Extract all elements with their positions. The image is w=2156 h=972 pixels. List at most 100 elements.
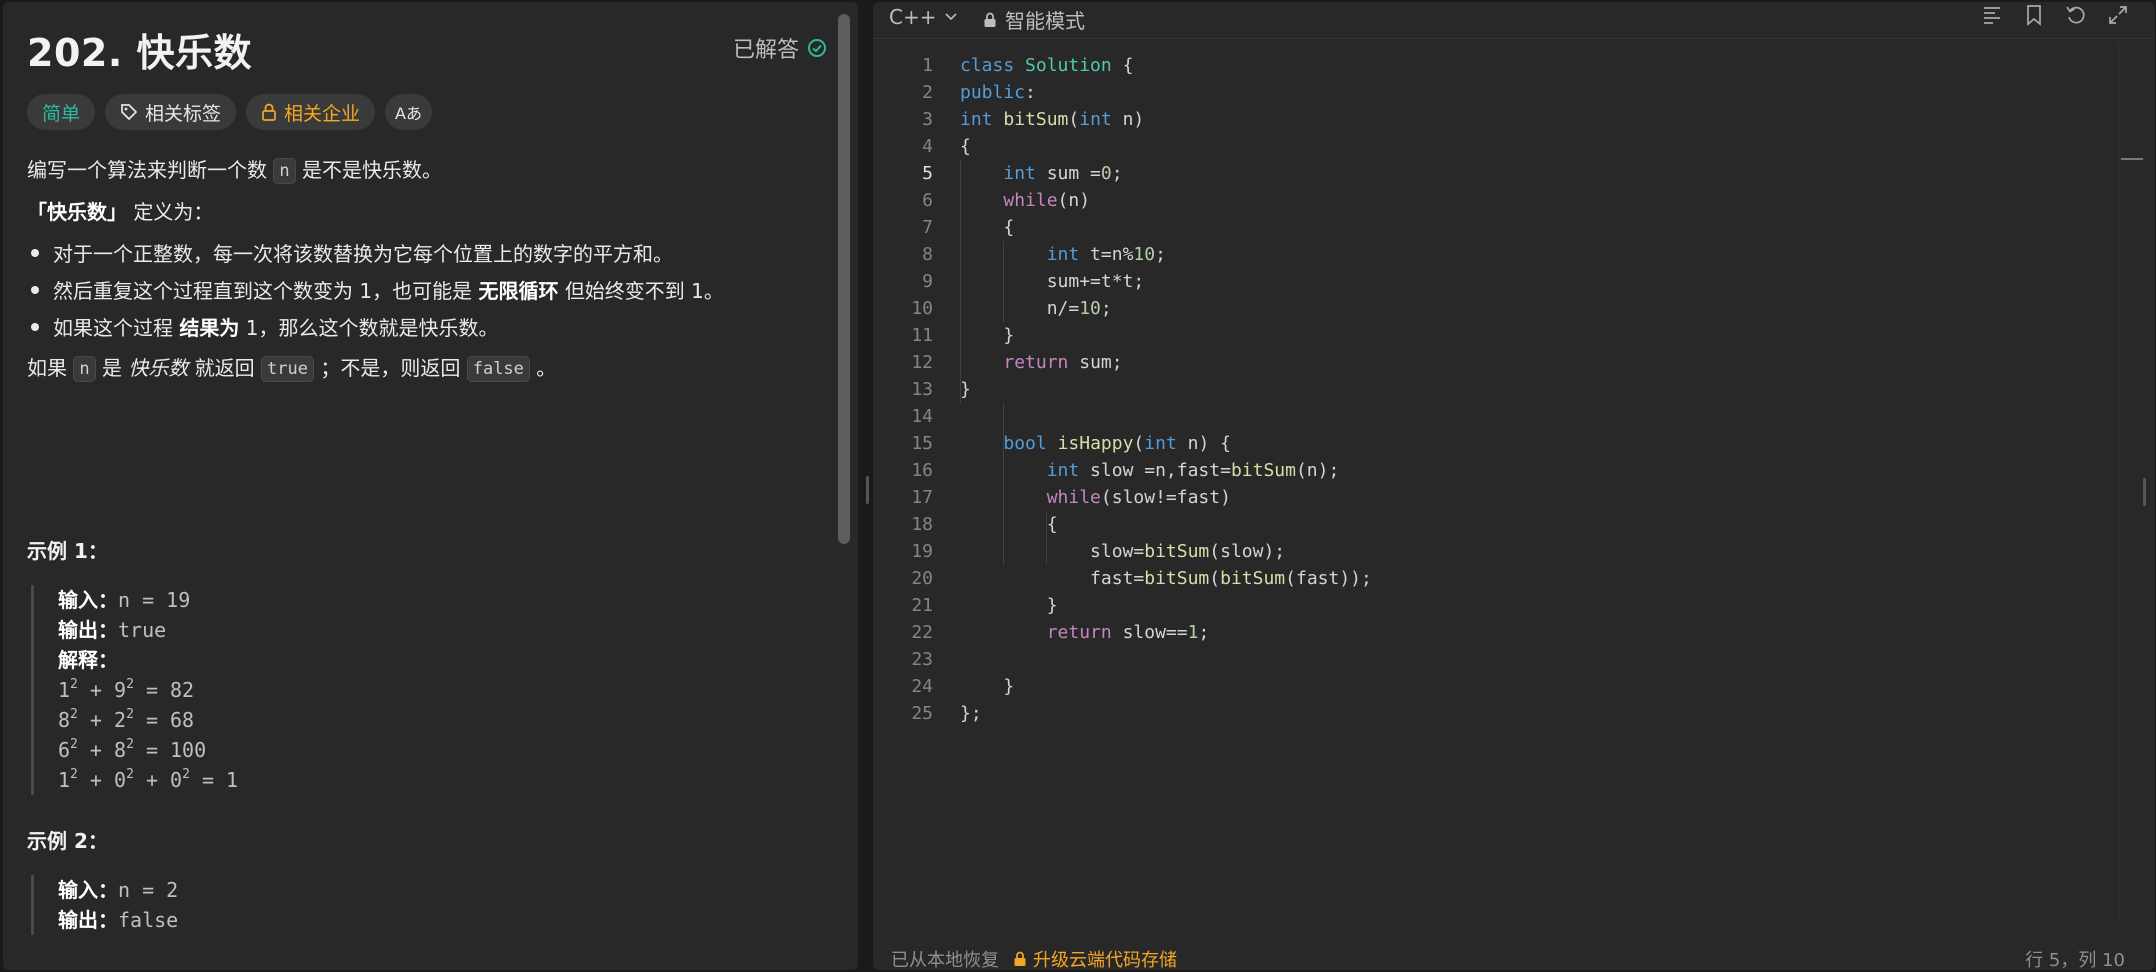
- cursor-overview-marker: [2121, 158, 2143, 160]
- code-line[interactable]: 1 class Solution {: [873, 52, 2113, 79]
- output-label: 输出：: [58, 618, 118, 642]
- code-line[interactable]: 8 int t=n%10;: [873, 241, 2113, 268]
- line-number: 13: [911, 379, 933, 400]
- problem-title: 202. 快乐数: [27, 31, 252, 75]
- line-number: 20: [911, 568, 933, 589]
- problem-header: 202. 快乐数 已解答: [27, 22, 827, 75]
- input-value: n = 19: [118, 588, 191, 612]
- tag-row: 简单 相关标签 相关企业 Aあ: [27, 94, 432, 130]
- rule-bullet-3: 如果这个过程 结果为 1，那么这个数就是快乐数。: [27, 312, 498, 341]
- inline-code-n: n: [273, 158, 296, 184]
- line-number: 9: [922, 271, 933, 292]
- example-1-block: 输入：n = 19 输出：true 解释： 12 + 92 = 82 82 + …: [31, 585, 238, 795]
- code-line[interactable]: 7 {: [873, 214, 2113, 241]
- undo-icon[interactable]: [2065, 4, 2087, 26]
- upgrade-label: 升级云端代码存储: [1033, 950, 1177, 970]
- toolbar-divider: [873, 38, 2155, 39]
- rule-bullet-2: 然后重复这个过程直到这个数变为 1，也可能是 无限循环 但始终变不到 1。: [27, 275, 724, 304]
- code-line[interactable]: 10 n/=10;: [873, 295, 2113, 322]
- example-1-input: 输入：n = 19: [58, 585, 238, 615]
- problem-scrollbar[interactable]: [838, 10, 850, 970]
- example-2-title: 示例 2：: [27, 829, 108, 853]
- font-size-button[interactable]: Aあ: [385, 94, 432, 130]
- editor-actions: [1981, 4, 2129, 26]
- inline-code-n: n: [73, 356, 96, 382]
- rule-text: 如果这个过程: [53, 316, 173, 340]
- desc-text: 是不是快乐数。: [301, 158, 442, 182]
- definition-term: 「快乐数」: [27, 200, 127, 224]
- code-line[interactable]: 14: [873, 403, 2113, 430]
- code-line[interactable]: 2 public:: [873, 79, 2113, 106]
- difficulty-tag[interactable]: 简单: [27, 94, 96, 130]
- rule-text: 对于一个正整数，每一次将该数替换为它每个位置上的数字的平方和。: [53, 242, 673, 266]
- editor-scrollbar-grip[interactable]: [2143, 478, 2146, 506]
- code-line[interactable]: 12 return sum;: [873, 349, 2113, 376]
- code-line[interactable]: 15 bool isHappy(int n) {: [873, 430, 2113, 457]
- code-line[interactable]: 11 }: [873, 322, 2113, 349]
- code-editor[interactable]: 1 class Solution { 2 public: 3 int bitSum(i…: [873, 52, 2118, 912]
- code-line[interactable]: 24 }: [873, 673, 2113, 700]
- rule-text: 但始终变不到 1。: [564, 279, 724, 303]
- language-select[interactable]: C++: [889, 5, 958, 29]
- rule-bullet-1: 对于一个正整数，每一次将该数替换为它每个位置上的数字的平方和。: [27, 238, 673, 267]
- code-line[interactable]: 21 }: [873, 592, 2113, 619]
- line-number: 2: [922, 82, 933, 103]
- example-2-input: 输入：n = 2: [58, 875, 178, 905]
- problem-panel: 202. 快乐数 已解答 简单 相关标签 相关企业 Aあ 编写一个算法来判断一个…: [3, 2, 858, 970]
- code-line[interactable]: 17 while(slow!=fast): [873, 484, 2113, 511]
- code-editor-panel: C++ 智能模式 1 class Solution {2 public: 3 …: [873, 2, 2155, 970]
- topics-tag-label: 相关标签: [145, 102, 222, 125]
- restore-status: 已从本地恢复: [891, 950, 999, 970]
- editor-mode[interactable]: 智能模式: [983, 5, 1085, 34]
- problem-scrollbar-thumb[interactable]: [838, 14, 850, 544]
- return-text: 如果: [27, 356, 67, 380]
- code-line[interactable]: 16 int slow =n,fast=bitSum(n);: [873, 457, 2113, 484]
- code-line[interactable]: 4{: [873, 133, 2113, 160]
- inline-code-true: true: [261, 356, 314, 382]
- code-line[interactable]: 6 while(n): [873, 187, 2113, 214]
- list-icon[interactable]: [1981, 4, 2003, 26]
- code-line[interactable]: 5 int sum =0;: [873, 160, 2113, 187]
- bullet-dot: [31, 248, 39, 257]
- mode-label: 智能模式: [1005, 9, 1085, 33]
- explain-step-3: 62 + 82 = 100: [58, 737, 207, 762]
- return-italic: 快乐数: [128, 356, 189, 380]
- output-value: false: [118, 908, 179, 932]
- line-number: 7: [922, 217, 933, 238]
- line-number: 12: [911, 352, 933, 373]
- solved-label: 已解答: [732, 38, 799, 63]
- code-line[interactable]: 22 return slow==1;: [873, 619, 2113, 646]
- upgrade-storage-link[interactable]: 升级云端代码存储: [1013, 946, 1177, 970]
- example-1-title: 示例 1：: [27, 539, 108, 563]
- rule-text: 1，那么这个数就是快乐数。: [245, 316, 499, 340]
- editor-statusbar: 已从本地恢复 升级云端代码存储 行 5，列 10: [873, 942, 2155, 970]
- code-line[interactable]: 9 sum+=t*t;: [873, 268, 2113, 295]
- resize-grip[interactable]: [866, 476, 869, 504]
- rule-bold: 结果为: [179, 316, 240, 340]
- panel-resize-handle[interactable]: [861, 0, 873, 972]
- topics-tag-button[interactable]: 相关标签: [105, 94, 237, 130]
- code-line[interactable]: 19 slow=bitSum(slow);: [873, 538, 2113, 565]
- companies-tag-button[interactable]: 相关企业: [246, 94, 376, 130]
- bookmark-icon[interactable]: [2023, 4, 2045, 26]
- line-number: 6: [922, 190, 933, 211]
- check-circle-icon: [808, 39, 826, 57]
- companies-tag-label: 相关企业: [284, 102, 361, 125]
- example-1-output: 输出：true: [58, 615, 238, 645]
- editor-toolbar: C++ 智能模式: [873, 2, 2155, 36]
- tag-icon: [121, 104, 138, 121]
- example-2-block: 输入：n = 2 输出：false: [31, 875, 178, 935]
- input-label: 输入：: [58, 878, 118, 902]
- line-number: 10: [911, 298, 933, 319]
- code-line[interactable]: 13}: [873, 376, 2113, 403]
- code-line[interactable]: 20 fast=bitSum(bitSum(fast));: [873, 565, 2113, 592]
- code-line[interactable]: 23: [873, 646, 2113, 673]
- line-number: 22: [911, 622, 933, 643]
- solved-status: 已解答: [733, 32, 827, 64]
- explain-step-4: 12 + 02 + 02 = 1: [58, 767, 239, 792]
- font-size-icon: Aあ: [395, 104, 422, 123]
- code-line[interactable]: 25};: [873, 700, 2113, 727]
- code-line[interactable]: 3 int bitSum(int n): [873, 106, 2113, 133]
- fullscreen-icon[interactable]: [2107, 4, 2129, 26]
- code-line[interactable]: 18 {: [873, 511, 2113, 538]
